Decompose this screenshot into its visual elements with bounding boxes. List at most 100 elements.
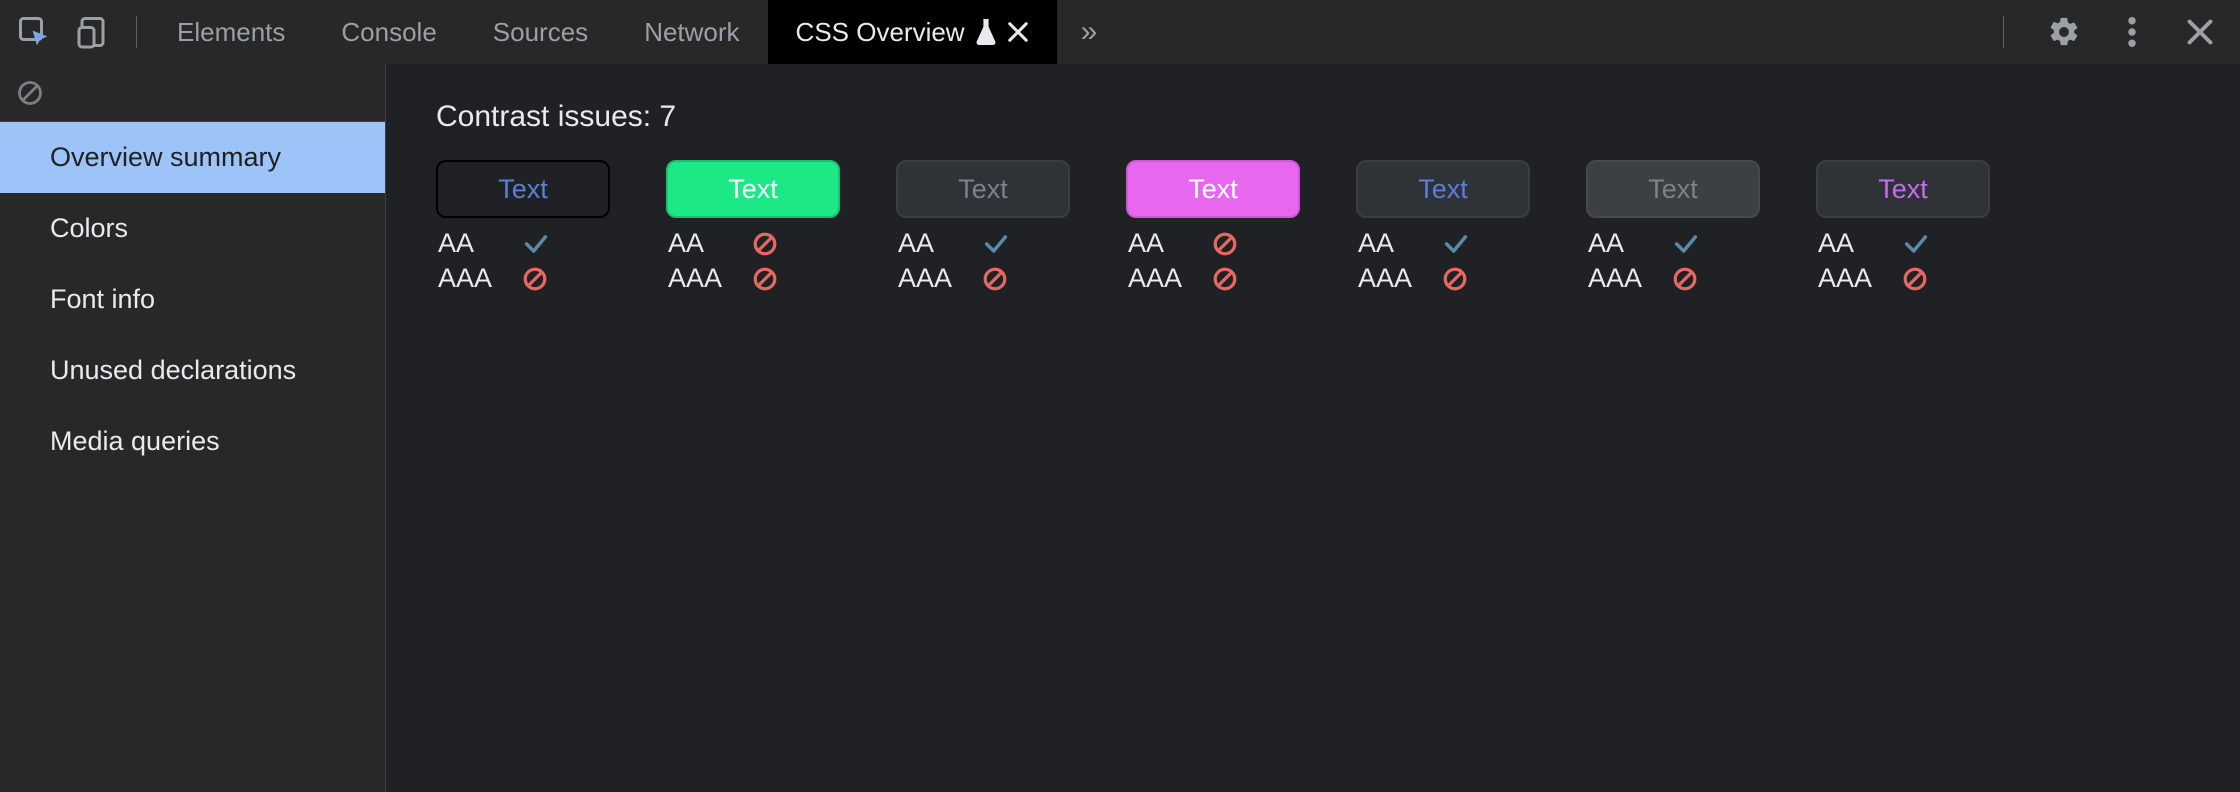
contrast-ratings: AAAAA xyxy=(666,228,840,294)
color-swatch[interactable]: Text xyxy=(666,160,840,218)
sidebar-item-font-info[interactable]: Font info xyxy=(0,264,385,335)
rating-label: AA xyxy=(1128,228,1192,259)
more-tabs-icon[interactable]: » xyxy=(1057,0,1122,64)
inspect-element-icon[interactable] xyxy=(12,10,56,54)
rating-aaa: AAA xyxy=(1358,263,1530,294)
swatch-sample-text: Text xyxy=(1418,174,1468,205)
settings-icon[interactable] xyxy=(2044,12,2084,52)
contrast-ratings: AAAAA xyxy=(1356,228,1530,294)
contrast-issue-item: TextAAAAA xyxy=(1126,160,1300,294)
rating-label: AA xyxy=(668,228,732,259)
clear-icon[interactable] xyxy=(16,79,44,107)
color-swatch[interactable]: Text xyxy=(1356,160,1530,218)
contrast-ratings: AAAAA xyxy=(436,228,610,294)
rating-aa: AA xyxy=(1128,228,1300,259)
rating-aaa: AAA xyxy=(1588,263,1760,294)
close-devtools-icon[interactable] xyxy=(2180,12,2220,52)
rating-label: AAA xyxy=(1588,263,1652,294)
tab-console[interactable]: Console xyxy=(313,0,464,64)
flask-icon xyxy=(975,19,997,45)
prohibited-icon xyxy=(982,266,1008,292)
swatch-sample-text: Text xyxy=(1648,174,1698,205)
sidebar-toolbar xyxy=(0,64,385,122)
tabbar-left-tools xyxy=(12,10,149,54)
main-area: Overview summary Colors Font info Unused… xyxy=(0,64,2240,792)
rating-aa: AA xyxy=(1818,228,1990,259)
rating-label: AAA xyxy=(438,263,502,294)
contrast-ratings: AAAAA xyxy=(1586,228,1760,294)
sidebar-item-media-queries[interactable]: Media queries xyxy=(0,406,385,477)
rating-label: AA xyxy=(438,228,502,259)
color-swatch[interactable]: Text xyxy=(436,160,610,218)
prohibited-icon xyxy=(1902,266,1928,292)
contrast-issue-item: TextAAAAA xyxy=(896,160,1070,294)
sidebar-item-label: Colors xyxy=(50,213,128,243)
close-tab-icon[interactable] xyxy=(1007,21,1029,43)
sidebar-item-label: Media queries xyxy=(50,426,220,456)
sidebar-item-colors[interactable]: Colors xyxy=(0,193,385,264)
section-title: Contrast issues: 7 xyxy=(436,100,2190,134)
contrast-issue-item: TextAAAAA xyxy=(1816,160,1990,294)
content-panel: Contrast issues: 7 TextAAAAATextAAAAATex… xyxy=(386,64,2240,792)
color-swatch[interactable]: Text xyxy=(1586,160,1760,218)
color-swatch[interactable]: Text xyxy=(896,160,1070,218)
prohibited-icon xyxy=(752,231,778,257)
rating-aa: AA xyxy=(898,228,1070,259)
swatch-sample-text: Text xyxy=(958,174,1008,205)
tabbar-right-tools xyxy=(1999,12,2220,52)
prohibited-icon xyxy=(1212,231,1238,257)
device-toolbar-icon[interactable] xyxy=(72,10,116,54)
contrast-issue-item: TextAAAAA xyxy=(436,160,610,294)
contrast-issues-grid: TextAAAAATextAAAAATextAAAAATextAAAAAText… xyxy=(436,160,2190,294)
rating-label: AA xyxy=(898,228,962,259)
rating-label: AAA xyxy=(898,263,962,294)
swatch-sample-text: Text xyxy=(1188,174,1238,205)
devtools-tabbar: Elements Console Sources Network CSS Ove… xyxy=(0,0,2240,64)
checkmark-icon xyxy=(1672,230,1700,258)
sidebar-item-unused-declarations[interactable]: Unused declarations xyxy=(0,335,385,406)
swatch-sample-text: Text xyxy=(498,174,548,205)
kebab-menu-icon[interactable] xyxy=(2112,12,2152,52)
prohibited-icon xyxy=(522,266,548,292)
prohibited-icon xyxy=(752,266,778,292)
sidebar-item-label: Font info xyxy=(50,284,155,314)
sidebar-item-overview-summary[interactable]: Overview summary xyxy=(0,122,385,193)
rating-label: AA xyxy=(1818,228,1882,259)
tab-label: Console xyxy=(341,17,436,48)
sidebar-item-label: Overview summary xyxy=(50,142,281,172)
checkmark-icon xyxy=(1442,230,1470,258)
contrast-issue-item: TextAAAAA xyxy=(1356,160,1530,294)
divider xyxy=(136,16,137,48)
prohibited-icon xyxy=(1212,266,1238,292)
rating-label: AAA xyxy=(1818,263,1882,294)
color-swatch[interactable]: Text xyxy=(1126,160,1300,218)
tab-label: Sources xyxy=(493,17,588,48)
tab-elements[interactable]: Elements xyxy=(149,0,313,64)
prohibited-icon xyxy=(1672,266,1698,292)
rating-label: AA xyxy=(1588,228,1652,259)
rating-aaa: AAA xyxy=(898,263,1070,294)
rating-label: AAA xyxy=(1128,263,1192,294)
rating-aaa: AAA xyxy=(1128,263,1300,294)
contrast-ratings: AAAAA xyxy=(1126,228,1300,294)
tab-css-overview[interactable]: CSS Overview xyxy=(768,0,1057,64)
tab-sources[interactable]: Sources xyxy=(465,0,616,64)
tab-label: Elements xyxy=(177,17,285,48)
checkmark-icon xyxy=(1902,230,1930,258)
rating-aa: AA xyxy=(668,228,840,259)
tab-label: Network xyxy=(644,17,739,48)
swatch-sample-text: Text xyxy=(1878,174,1928,205)
color-swatch[interactable]: Text xyxy=(1816,160,1990,218)
contrast-issue-item: Text AAAAA xyxy=(666,160,840,294)
sidebar-list: Overview summary Colors Font info Unused… xyxy=(0,122,385,477)
prohibited-icon xyxy=(1442,266,1468,292)
rating-aa: AA xyxy=(1358,228,1530,259)
rating-aaa: AAA xyxy=(1818,263,1990,294)
contrast-ratings: AAAAA xyxy=(1816,228,1990,294)
divider xyxy=(2003,16,2004,48)
tab-network[interactable]: Network xyxy=(616,0,767,64)
rating-aaa: AAA xyxy=(438,263,610,294)
contrast-issue-item: TextAAAAA xyxy=(1586,160,1760,294)
sidebar-item-label: Unused declarations xyxy=(50,355,296,385)
sidebar: Overview summary Colors Font info Unused… xyxy=(0,64,386,792)
